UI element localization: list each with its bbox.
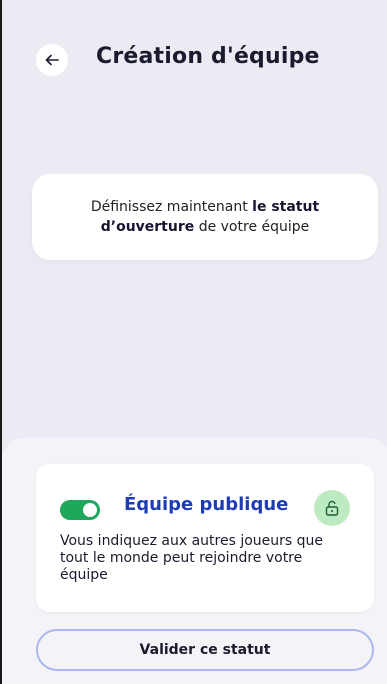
toggle-knob <box>83 503 97 517</box>
unlock-icon <box>325 500 339 516</box>
status-card[interactable]: Équipe publique Vous indiquez aux autres… <box>36 464 374 612</box>
status-description: Vous indiquez aux autres joueurs que tou… <box>60 533 324 583</box>
page-title: Création d'équipe <box>96 44 320 69</box>
info-card: Définissez maintenant le statut d’ouvert… <box>32 174 378 260</box>
info-text-suffix: de votre équipe <box>194 219 310 235</box>
public-toggle[interactable] <box>60 500 100 520</box>
info-text-prefix: Définissez maintenant <box>90 199 253 215</box>
status-title: Équipe publique <box>124 494 289 515</box>
app-screen: Création d'équipe Définissez maintenant … <box>0 0 387 684</box>
back-button[interactable] <box>36 44 68 76</box>
info-text: Définissez maintenant le statut d’ouvert… <box>62 197 348 237</box>
header: Création d'équipe <box>2 36 387 84</box>
arrow-left-icon <box>45 54 59 66</box>
lock-badge <box>314 490 350 526</box>
validate-status-button[interactable]: Valider ce statut <box>36 629 374 671</box>
